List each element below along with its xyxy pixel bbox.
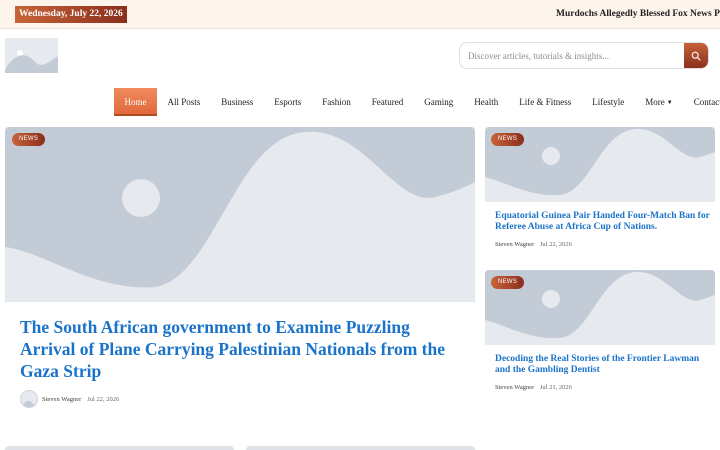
date-badge: Wednesday, July 22, 2026 <box>15 6 127 23</box>
hero-meta: Steven Wagner Jul 22, 2026 <box>20 390 119 408</box>
top-bar: Wednesday, July 22, 2026 Murdochs Allege… <box>0 0 720 29</box>
nav-item-life-fitness[interactable]: Life & Fitness <box>509 88 582 116</box>
nav-more-label: More <box>645 97 665 107</box>
image-placeholder-icon <box>5 38 58 73</box>
post-date: Jul 22, 2026 <box>87 395 120 403</box>
avatar-placeholder-icon <box>21 400 37 407</box>
nav-item-health[interactable]: Health <box>464 88 509 116</box>
post-card-image[interactable] <box>246 446 475 450</box>
nav-item-contact-us[interactable]: Contact Us <box>683 88 720 116</box>
side-post-meta: Steven Wagner Jul 22, 2026 <box>495 241 572 248</box>
hero-image[interactable] <box>5 127 475 302</box>
side-post-category-badge[interactable]: NEWS <box>491 276 525 289</box>
nav-item-home[interactable]: Home <box>114 88 157 116</box>
avatar[interactable] <box>20 390 38 408</box>
side-post-title[interactable]: Equatorial Guinea Pair Handed Four-Match… <box>495 211 710 233</box>
nav-item-fashion[interactable]: Fashion <box>312 88 362 116</box>
search-icon <box>691 51 701 61</box>
nav-item-lifestyle[interactable]: Lifestyle <box>582 88 635 116</box>
hero-category-badge[interactable]: NEWS <box>12 133 46 146</box>
search-bar <box>459 42 709 69</box>
author-name[interactable]: Steven Wagner <box>495 241 534 248</box>
nav-item-business[interactable]: Business <box>211 88 264 116</box>
side-post-title[interactable]: Decoding the Real Stories of the Frontie… <box>495 354 710 376</box>
side-post-meta: Steven Wagner Jul 21, 2026 <box>495 384 572 391</box>
site-logo[interactable] <box>5 38 58 73</box>
post-date: Jul 21, 2026 <box>539 384 572 391</box>
author-name[interactable]: Steven Wagner <box>42 396 81 403</box>
hero-title[interactable]: The South African government to Examine … <box>20 316 460 382</box>
search-button[interactable] <box>684 43 708 68</box>
image-placeholder-icon <box>5 127 475 302</box>
main-nav: Home All Posts Business Esports Fashion … <box>114 88 720 116</box>
post-date: Jul 22, 2026 <box>539 241 572 248</box>
caret-down-icon: ▼ <box>666 99 673 106</box>
nav-item-esports[interactable]: Esports <box>264 88 312 116</box>
news-ticker[interactable]: Murdochs Allegedly Blessed Fox News Plan… <box>556 0 720 29</box>
nav-item-all-posts[interactable]: All Posts <box>157 88 211 116</box>
side-post-category-badge[interactable]: NEWS <box>491 133 525 146</box>
nav-item-featured[interactable]: Featured <box>361 88 414 116</box>
nav-item-more[interactable]: More ▼ <box>635 88 683 116</box>
nav-item-gaming[interactable]: Gaming <box>414 88 464 116</box>
author-name[interactable]: Steven Wagner <box>495 384 534 391</box>
search-input[interactable] <box>460 43 685 68</box>
post-card-image[interactable] <box>5 446 234 450</box>
